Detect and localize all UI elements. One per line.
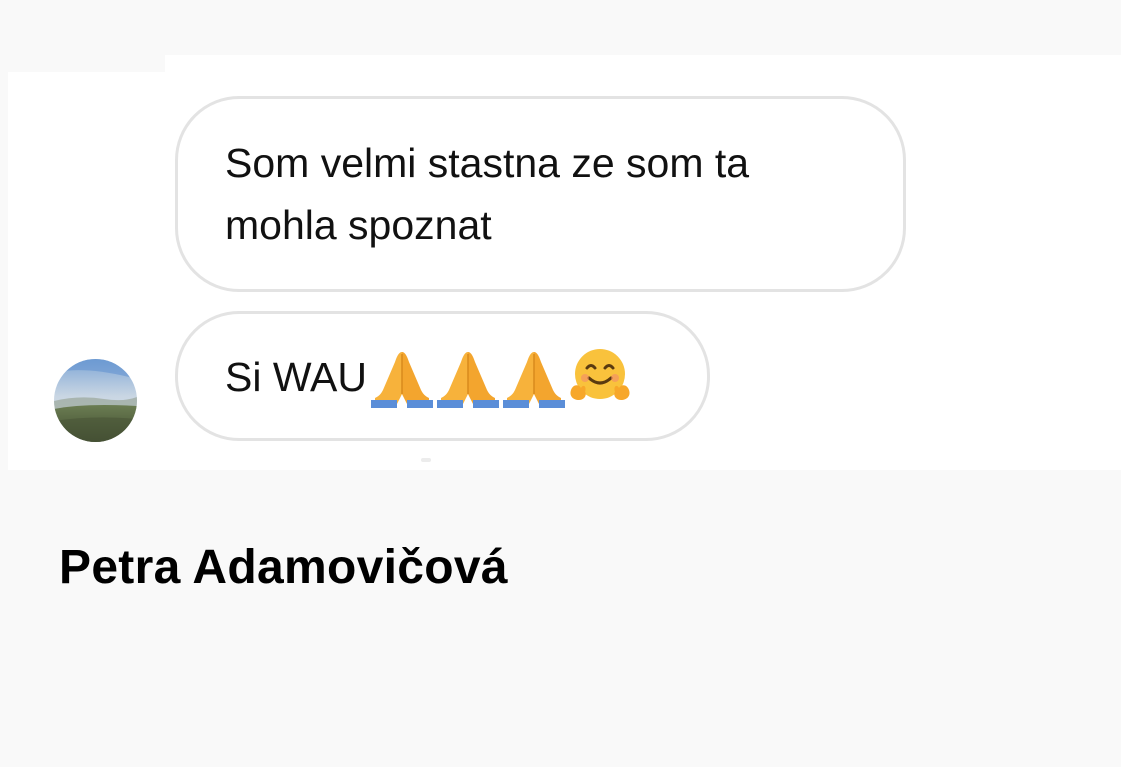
message-text: Si WAU (225, 354, 367, 400)
screenshot-canvas: Som velmi stastna ze som ta mohla spozna… (0, 0, 1121, 767)
sender-name-caption: Petra Adamovičová (59, 541, 508, 594)
folded-hands-emoji (435, 346, 501, 408)
typing-indicator-dot (421, 458, 431, 462)
message-bubble[interactable]: Som velmi stastna ze som ta mohla spozna… (175, 96, 906, 292)
emoji-row (369, 346, 633, 408)
message-text-line: Som velmi stastna ze som ta (225, 140, 750, 186)
hugging-face-emoji (567, 346, 633, 408)
message-text-line: mohla spoznat (225, 202, 492, 248)
folded-hands-emoji (501, 346, 567, 408)
folded-hands-emoji (369, 346, 435, 408)
avatar-landscape-photo (54, 359, 137, 442)
message-bubble[interactable]: Si WAU (175, 311, 710, 441)
avatar[interactable] (54, 359, 137, 442)
